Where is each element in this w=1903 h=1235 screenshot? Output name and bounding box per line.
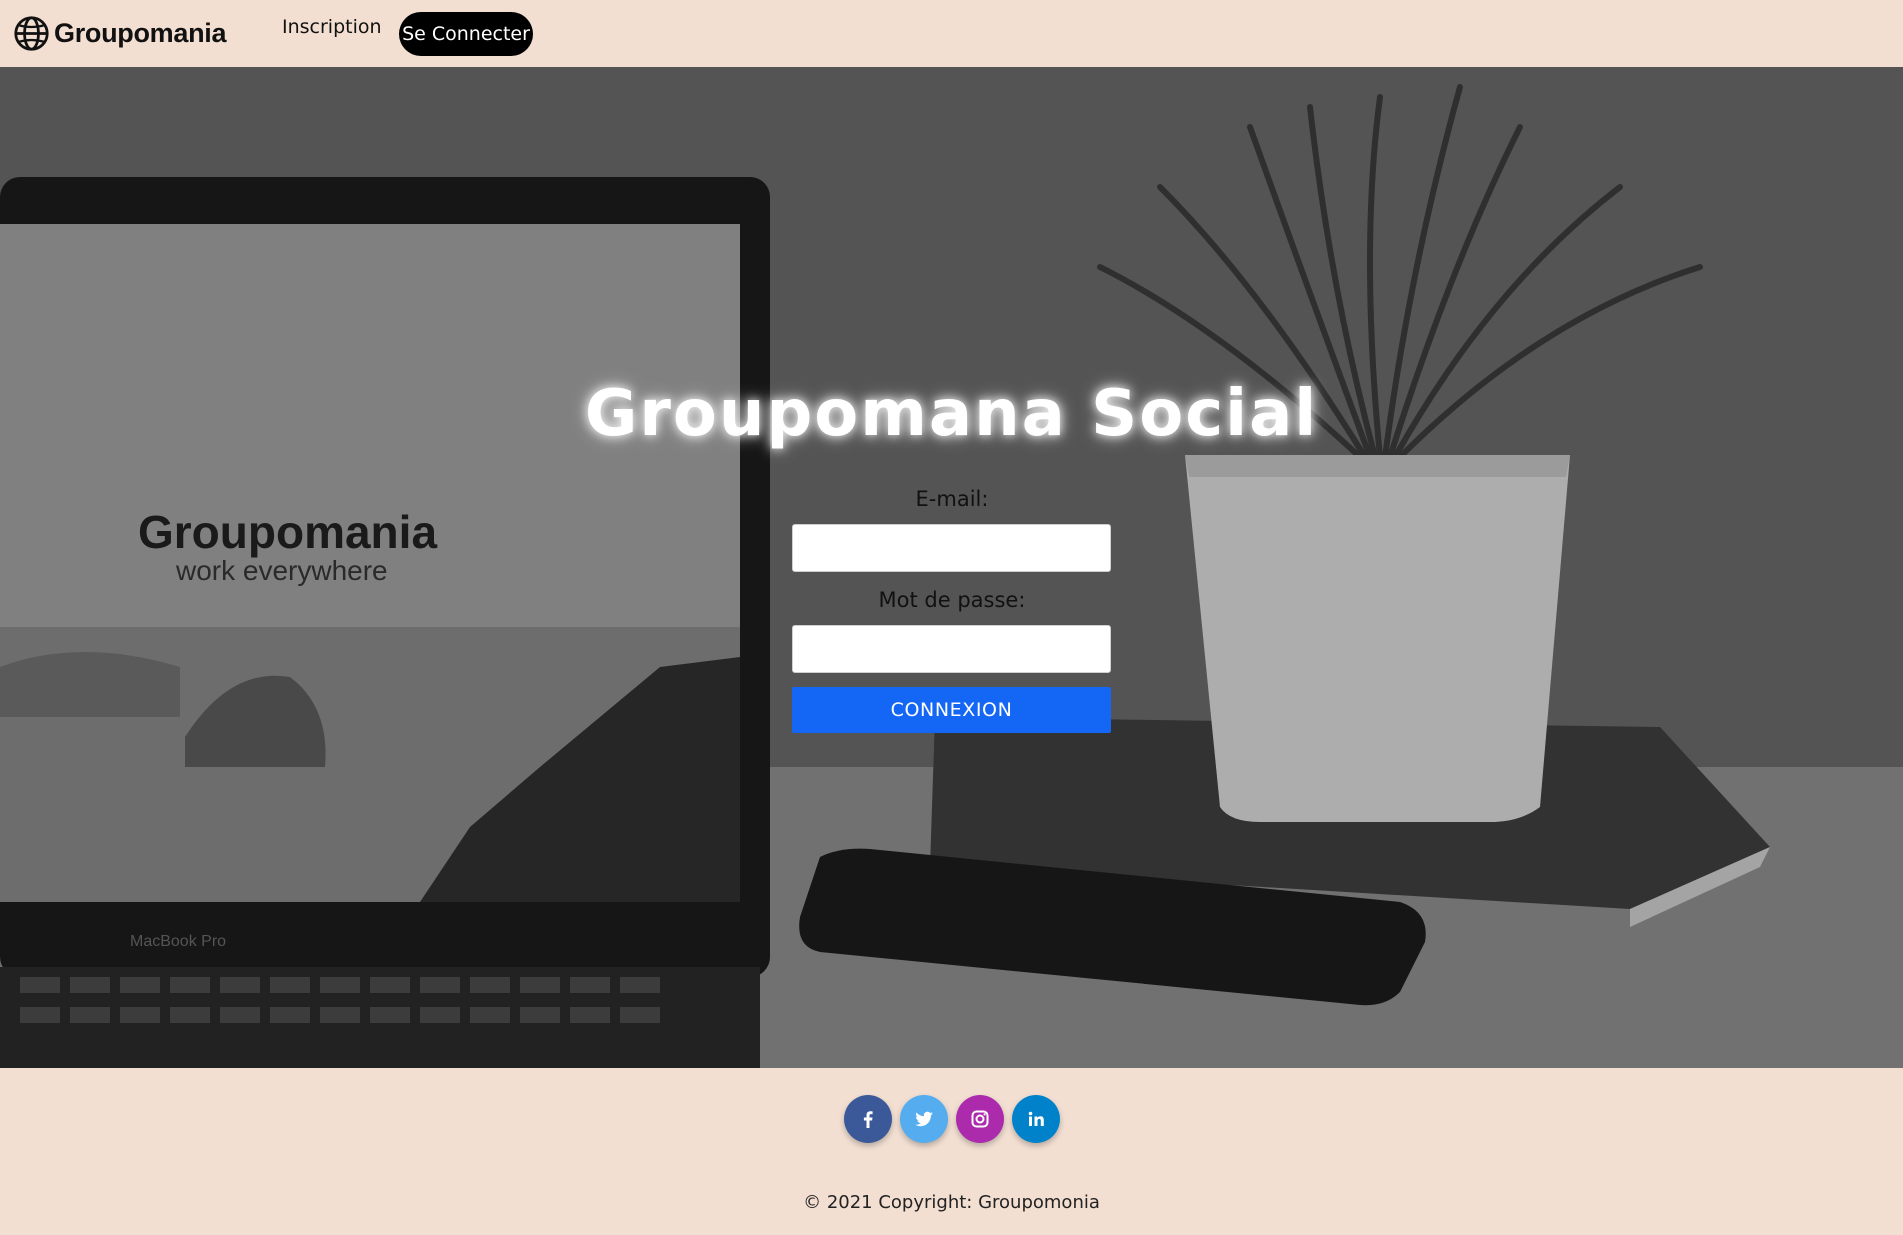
connexion-button[interactable]: CONNEXION bbox=[792, 687, 1111, 733]
instagram-button[interactable] bbox=[956, 1095, 1004, 1143]
globe-icon bbox=[14, 16, 49, 51]
social-links bbox=[844, 1095, 1060, 1143]
hero-section: Groupomania work everywhere MacBook Pro … bbox=[0, 67, 1903, 1068]
linkedin-icon bbox=[1028, 1111, 1044, 1126]
copyright-text: © 2021 Copyright: Groupomonia bbox=[803, 1192, 1100, 1213]
email-field[interactable] bbox=[792, 524, 1111, 572]
brand[interactable]: Groupomania bbox=[13, 15, 227, 52]
twitter-icon bbox=[915, 1111, 933, 1127]
laptop-screen-brand: Groupomania bbox=[138, 506, 438, 558]
nav-link-login[interactable]: Se Connecter bbox=[399, 12, 533, 56]
navbar: Groupomania Inscription Se Connecter bbox=[0, 0, 1903, 67]
laptop-model-label: MacBook Pro bbox=[130, 933, 227, 950]
linkedin-button[interactable] bbox=[1012, 1095, 1060, 1143]
laptop-screen-tagline: work everywhere bbox=[176, 555, 388, 586]
facebook-button[interactable] bbox=[844, 1095, 892, 1143]
email-label: E-mail: bbox=[915, 487, 989, 511]
hero-title: Groupomana Social bbox=[584, 377, 1319, 451]
facebook-icon bbox=[863, 1111, 873, 1128]
brand-name: Groupomania bbox=[54, 18, 227, 48]
password-field[interactable] bbox=[792, 625, 1111, 673]
password-label: Mot de passe: bbox=[878, 588, 1026, 612]
instagram-icon bbox=[971, 1110, 989, 1128]
footer: © 2021 Copyright: Groupomonia bbox=[0, 1068, 1903, 1235]
nav-link-inscription[interactable]: Inscription bbox=[282, 16, 382, 38]
twitter-button[interactable] bbox=[900, 1095, 948, 1143]
